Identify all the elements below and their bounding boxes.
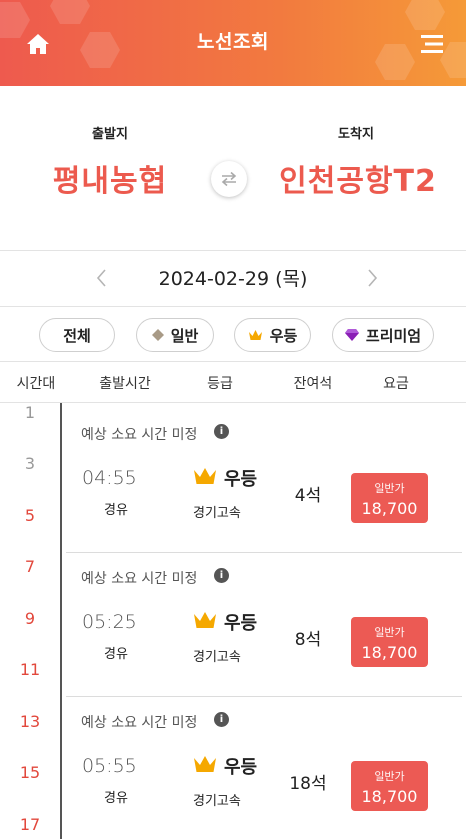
swap-button[interactable] (211, 161, 247, 197)
swap-arrows-icon (221, 171, 237, 187)
fare-button[interactable]: 일반가 18,700 (351, 473, 428, 523)
crown-icon (194, 468, 216, 484)
bus-row[interactable]: 예상 소요 시간 미정 i 05:25 경유 우등 경기고속 8석 일반가 18… (66, 552, 462, 695)
fare-price: 18,700 (361, 499, 418, 518)
fare-type: 일반가 (374, 626, 405, 639)
chevron-right-icon[interactable] (362, 267, 382, 289)
selected-date[interactable]: 2024-02-29 (목) (0, 264, 466, 291)
crown-icon (194, 612, 216, 628)
filter-deluxe-button[interactable]: 우등 (234, 318, 311, 352)
info-icon[interactable]: i (214, 712, 229, 727)
arrival-stop[interactable]: 인천공항T2 (258, 156, 458, 200)
seats-remaining: 8석 (294, 630, 322, 650)
timeline-line (60, 403, 62, 839)
estimate-text: 예상 소요 시간 미정 (81, 571, 198, 587)
info-icon[interactable]: i (214, 568, 229, 583)
col-time-slot: 시간대 (16, 376, 56, 392)
bus-row[interactable]: 예상 소요 시간 미정 i 04:55 경유 우등 경기고속 4석 일반가 18… (66, 408, 462, 551)
company-name: 경기고속 (193, 794, 241, 809)
departure-label: 출발지 (92, 127, 128, 142)
seats-remaining: 4석 (294, 486, 322, 506)
via-label: 경유 (104, 791, 128, 806)
gem-icon (344, 329, 359, 341)
filter-label: 일반 (170, 326, 199, 345)
via-label: 경유 (104, 647, 128, 662)
route-selector: 출발지 평내농협 도착지 인천공항T2 (0, 86, 466, 250)
hour-marker[interactable]: 9 (0, 609, 60, 628)
hamburger-menu-icon[interactable] (421, 33, 447, 55)
fare-button[interactable]: 일반가 18,700 (351, 761, 428, 811)
hour-timeline: 1 3 5 7 9 11 13 15 17 (0, 403, 60, 839)
hour-marker[interactable]: 1 (0, 403, 60, 422)
col-fare: 요금 (383, 376, 409, 392)
hour-marker[interactable]: 11 (0, 660, 60, 679)
hour-marker[interactable]: 13 (0, 712, 60, 731)
hexagon-decoration (50, 0, 90, 24)
grade-label: 우등 (224, 469, 258, 490)
estimate-text: 예상 소요 시간 미정 (81, 427, 198, 443)
departure-stop[interactable]: 평내농협 (10, 156, 210, 200)
departure-time: 05:25 (82, 611, 137, 633)
app-header: 노선조회 (0, 0, 466, 86)
fare-price: 18,700 (361, 787, 418, 806)
filter-premium-button[interactable]: 프리미엄 (332, 318, 434, 352)
filter-general-button[interactable]: 일반 (136, 318, 214, 352)
info-icon[interactable]: i (214, 424, 229, 439)
hour-marker[interactable]: 5 (0, 506, 60, 525)
grade-label: 우등 (224, 613, 258, 634)
departure-time: 05:55 (82, 755, 137, 777)
grade-label: 우등 (224, 757, 258, 778)
date-navigator: 2024-02-29 (목) (0, 251, 466, 306)
grade-filter: 전체 일반 우등 프리미엄 (0, 307, 466, 361)
fare-type: 일반가 (374, 770, 405, 783)
filter-label: 우등 (269, 326, 298, 345)
page-title: 노선조회 (197, 31, 269, 53)
fare-button[interactable]: 일반가 18,700 (351, 617, 428, 667)
column-header: 시간대 출발시간 등급 잔여석 요금 (0, 362, 466, 402)
diamond-icon (151, 329, 164, 341)
hour-marker[interactable]: 3 (0, 454, 60, 473)
hour-marker[interactable]: 7 (0, 557, 60, 576)
estimate-text: 예상 소요 시간 미정 (81, 715, 198, 731)
crown-icon (194, 756, 216, 772)
crown-icon (248, 330, 262, 340)
hour-marker[interactable]: 15 (0, 763, 60, 782)
seats-remaining: 18석 (289, 774, 327, 794)
hour-marker[interactable]: 17 (0, 815, 60, 834)
hexagon-decoration (405, 0, 445, 30)
filter-label: 전체 (63, 326, 91, 345)
departure-time: 04:55 (82, 467, 137, 489)
divider (0, 402, 466, 403)
col-departure-time: 출발시간 (99, 376, 151, 392)
filter-label: 프리미엄 (365, 326, 422, 345)
via-label: 경유 (104, 503, 128, 518)
fare-price: 18,700 (361, 643, 418, 662)
company-name: 경기고속 (193, 506, 241, 521)
col-grade: 등급 (207, 376, 233, 392)
filter-all-button[interactable]: 전체 (39, 318, 115, 352)
col-seats: 잔여석 (293, 376, 333, 392)
bus-row[interactable]: 예상 소요 시간 미정 i 05:55 경유 우등 경기고속 18석 일반가 1… (66, 696, 462, 839)
arrival-label: 도착지 (338, 127, 374, 142)
fare-type: 일반가 (374, 482, 405, 495)
company-name: 경기고속 (193, 650, 241, 665)
